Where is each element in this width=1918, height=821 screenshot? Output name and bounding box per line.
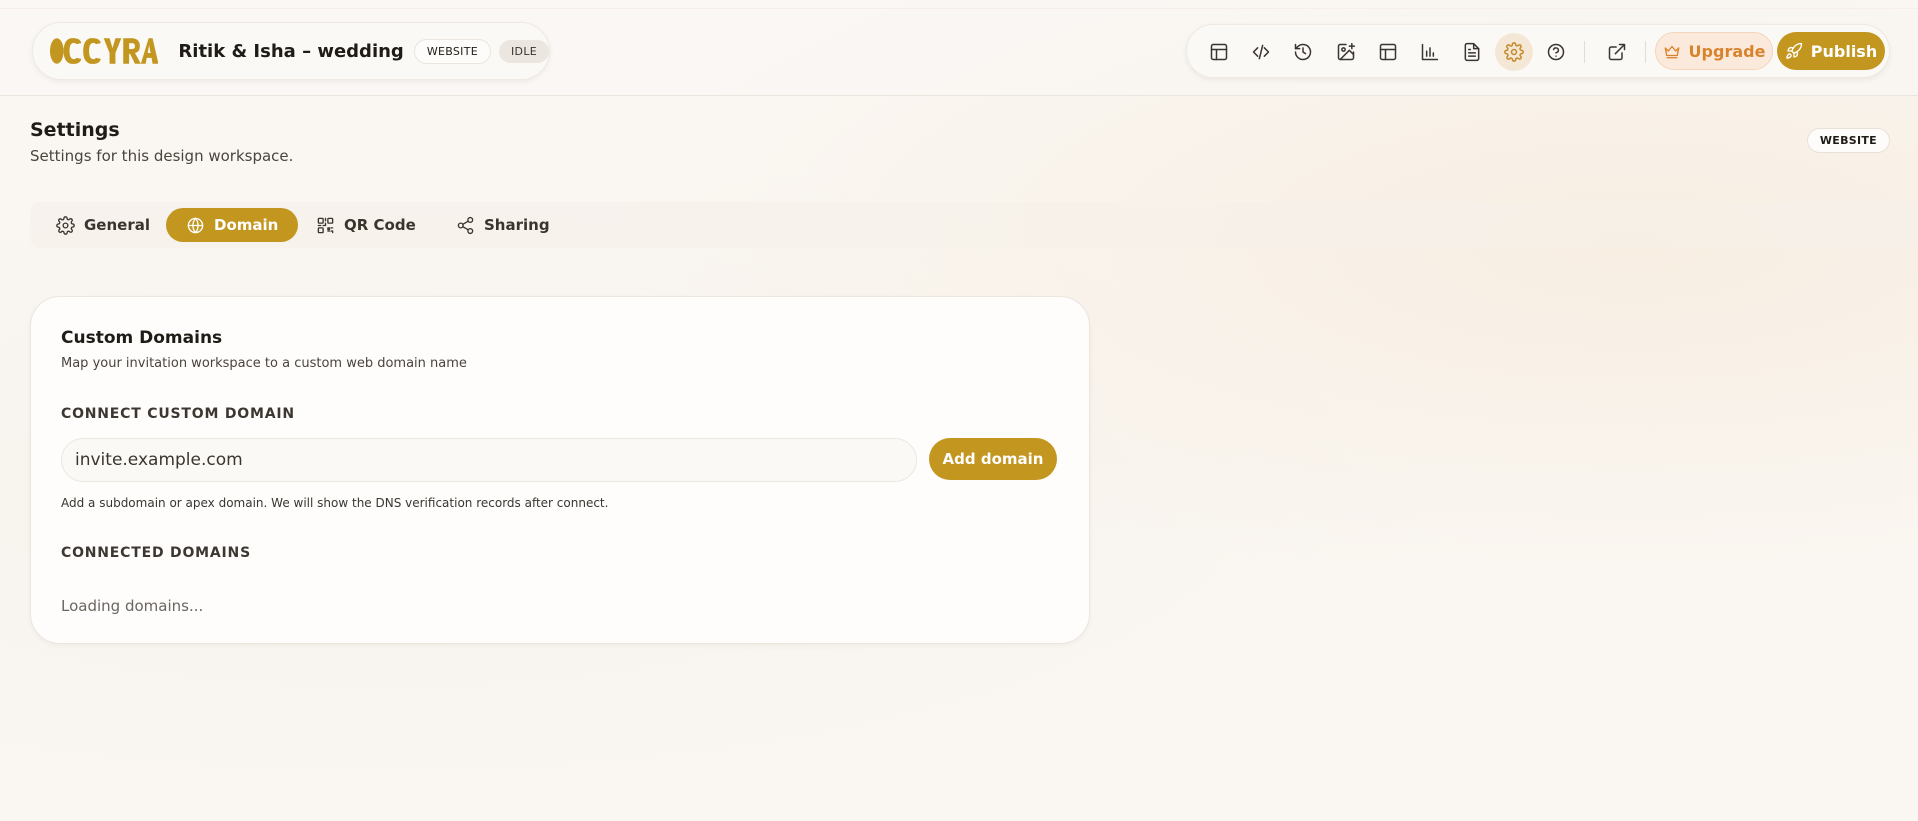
project-header: Ritik & Isha – wedding WEBSITE IDLE: [32, 22, 550, 80]
tab-label: General: [84, 216, 150, 234]
project-title: Ritik & Isha – wedding: [178, 40, 404, 62]
page-subtitle: Settings for this design workspace.: [30, 147, 294, 165]
tab-qr-code[interactable]: QR Code: [296, 208, 436, 242]
top-bar: Ritik & Isha – wedding WEBSITE IDLE Upgr…: [0, 0, 1918, 96]
history-button[interactable]: [1284, 33, 1322, 71]
gear-icon: [56, 215, 75, 235]
help-button[interactable]: [1537, 33, 1575, 71]
code-button[interactable]: [1242, 33, 1280, 71]
template-button[interactable]: [1369, 33, 1407, 71]
analytics-icon: [1421, 43, 1439, 61]
help-icon: [1547, 43, 1565, 61]
layout-button[interactable]: [1200, 33, 1238, 71]
image-add-icon: [1337, 42, 1356, 61]
domain-hint: Add a subdomain or apex domain. We will …: [61, 496, 609, 510]
publish-label: Publish: [1810, 41, 1878, 61]
connect-domain-label: CONNECT CUSTOM DOMAIN: [61, 406, 295, 422]
share-icon: [457, 216, 474, 234]
tab-domain[interactable]: Domain: [166, 208, 299, 242]
layout-icon: [1210, 43, 1228, 61]
qr-code-icon: [317, 217, 334, 233]
brand-logo[interactable]: [49, 34, 159, 68]
settings-button[interactable]: [1495, 33, 1533, 71]
template-icon: [1379, 43, 1397, 61]
page-title: Settings: [30, 119, 120, 141]
history-icon: [1294, 43, 1312, 61]
rocket-icon: [1785, 42, 1802, 59]
open-external-button[interactable]: [1598, 33, 1636, 71]
project-type-badge: WEBSITE: [413, 38, 491, 64]
card-description: Map your invitation workspace to a custo…: [61, 356, 467, 371]
document-icon: [1464, 42, 1480, 62]
globe-icon: [187, 217, 204, 233]
connected-domains-label: CONNECTED DOMAINS: [61, 545, 251, 561]
card-title: Custom Domains: [61, 328, 223, 348]
settings-tabs: General Domain QR Code Sharing: [30, 202, 1918, 248]
tab-label: Sharing: [484, 216, 550, 234]
gear-icon: [1504, 42, 1524, 62]
workspace-type-badge: WEBSITE: [1806, 128, 1890, 153]
tab-sharing[interactable]: Sharing: [436, 208, 570, 242]
tab-label: Domain: [214, 216, 279, 234]
toolbar-divider: [1584, 41, 1585, 63]
code-icon: [1252, 44, 1270, 60]
loading-status: Loading domains...: [61, 597, 204, 615]
tab-general[interactable]: General: [36, 208, 170, 242]
custom-domains-card: Custom Domains Map your invitation works…: [30, 296, 1090, 644]
upgrade-button[interactable]: Upgrade: [1655, 32, 1773, 70]
upgrade-label: Upgrade: [1688, 41, 1766, 61]
document-button[interactable]: [1453, 33, 1491, 71]
external-link-icon: [1608, 43, 1626, 61]
image-add-button[interactable]: [1327, 33, 1365, 71]
status-badge: IDLE: [499, 39, 549, 63]
crown-icon: [1664, 45, 1679, 59]
publish-button[interactable]: Publish: [1777, 32, 1885, 70]
analytics-button[interactable]: [1411, 33, 1449, 71]
toolbar-divider: [1645, 41, 1646, 63]
domain-input[interactable]: [61, 438, 917, 482]
tab-label: QR Code: [344, 216, 416, 234]
add-domain-button[interactable]: Add domain: [929, 438, 1057, 480]
editor-toolbar: Upgrade Publish: [1186, 24, 1890, 78]
